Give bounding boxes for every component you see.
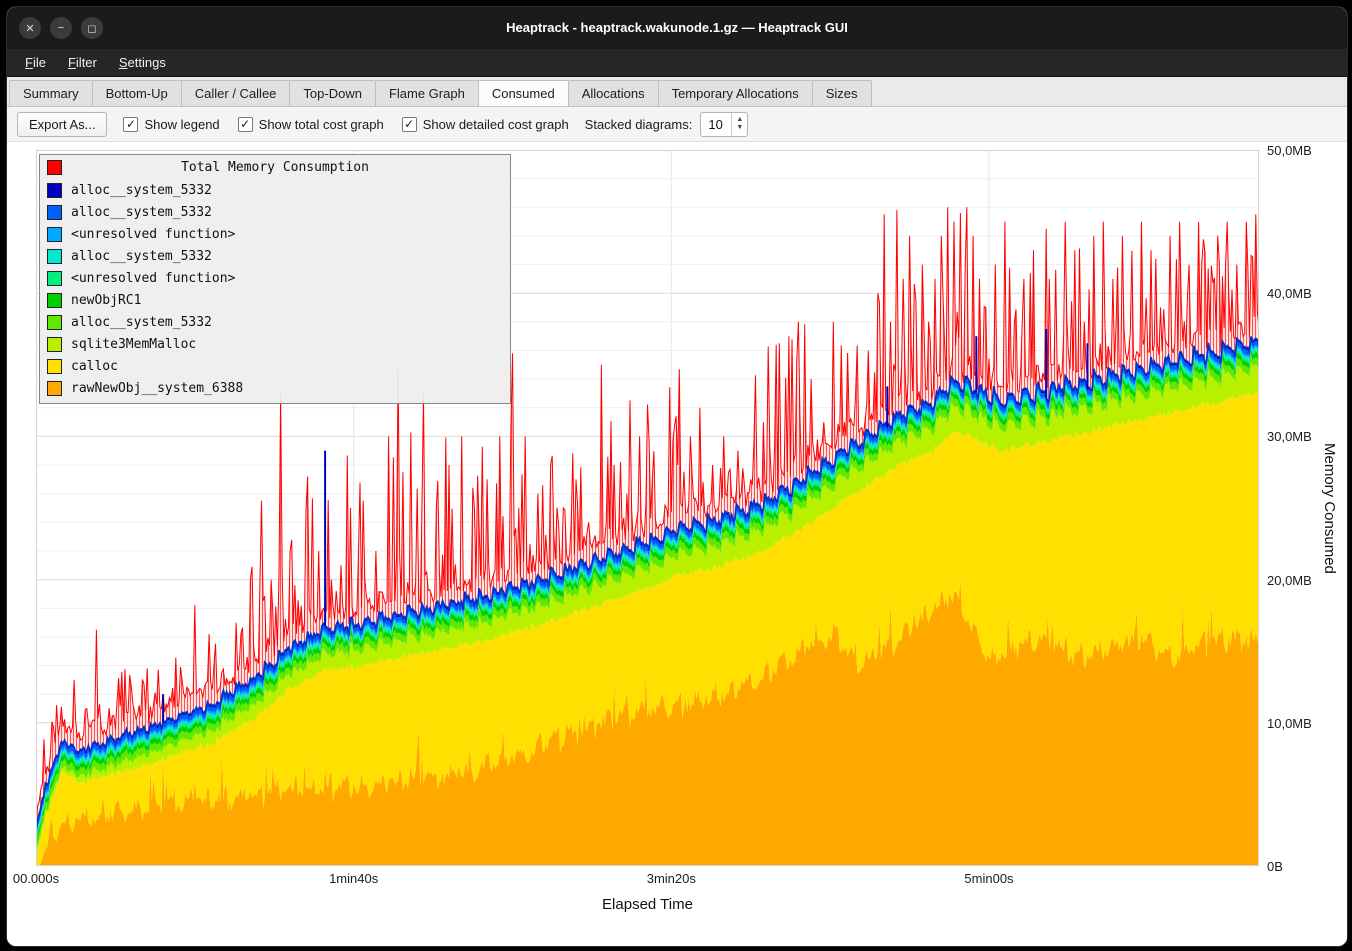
legend-item-label: <unresolved function> — [71, 271, 235, 286]
y-axis-label: 20,0MB — [1267, 573, 1312, 588]
tab-consumed[interactable]: Consumed — [478, 80, 569, 106]
legend-swatch — [47, 293, 62, 308]
spinbox-up-arrow[interactable]: ▲ — [732, 116, 747, 124]
stacked-diagrams-label: Stacked diagrams: — [585, 117, 693, 132]
menu-bar: FileFilterSettings — [7, 49, 1347, 77]
tab-flame-graph[interactable]: Flame Graph — [375, 80, 479, 106]
chart-legend: Total Memory Consumption alloc__system_53… — [39, 154, 511, 404]
heaptrack-window: ✕ − ◻ Heaptrack - heaptrack.wakunode.1.g… — [6, 6, 1348, 947]
screen-background: ✕ − ◻ Heaptrack - heaptrack.wakunode.1.g… — [0, 0, 1352, 951]
menu-file[interactable]: File — [15, 52, 56, 73]
legend-swatch — [47, 227, 62, 242]
legend-swatch — [47, 271, 62, 286]
legend-swatch-total — [47, 160, 62, 175]
x-axis-label: 1min40s — [309, 871, 399, 886]
y-axis-label: 50,0MB — [1267, 143, 1312, 158]
menu-filter[interactable]: Filter — [58, 52, 107, 73]
legend-swatch — [47, 359, 62, 374]
titlebar[interactable]: ✕ − ◻ Heaptrack - heaptrack.wakunode.1.g… — [7, 7, 1347, 49]
legend-swatch — [47, 205, 62, 220]
stacked-diagrams-spinbox[interactable]: 10 ▲ ▼ — [700, 112, 748, 137]
legend-item-label: rawNewObj__system_6388 — [71, 381, 243, 396]
y-axis-label: 0B — [1267, 859, 1283, 874]
legend-swatch — [47, 249, 62, 264]
checkbox-label: Show total cost graph — [259, 117, 384, 132]
checkbox-show-total-cost-graph[interactable]: ✓ Show total cost graph — [238, 117, 384, 132]
legend-item-label: newObjRC1 — [71, 293, 141, 308]
legend-item-label: sqlite3MemMalloc — [71, 337, 196, 352]
tab-temporary-allocations[interactable]: Temporary Allocations — [658, 80, 813, 106]
checkbox-label: Show detailed cost graph — [423, 117, 569, 132]
maximize-button[interactable]: ◻ — [81, 17, 103, 39]
x-axis-title: Elapsed Time — [36, 896, 1259, 913]
x-axis-label: 5min00s — [944, 871, 1034, 886]
x-axis-label: 00.000s — [6, 871, 81, 886]
legend-swatch — [47, 315, 62, 330]
legend-title-label: Total Memory Consumption — [181, 160, 369, 175]
tab-bar: SummaryBottom-UpCaller / CalleeTop-DownF… — [7, 77, 1347, 107]
legend-item: rawNewObj__system_6388 — [40, 377, 510, 399]
checkbox-show-legend[interactable]: ✓ Show legend — [123, 117, 219, 132]
tab-summary[interactable]: Summary — [9, 80, 93, 106]
checkbox-box: ✓ — [123, 117, 138, 132]
tab-top-down[interactable]: Top-Down — [289, 80, 376, 106]
tab-sizes[interactable]: Sizes — [812, 80, 872, 106]
export-as-button[interactable]: Export As... — [17, 112, 107, 137]
legend-item: alloc__system_5332 — [40, 245, 510, 267]
tab-bottom-up[interactable]: Bottom-Up — [92, 80, 182, 106]
menu-settings[interactable]: Settings — [109, 52, 176, 73]
window-title: Heaptrack - heaptrack.wakunode.1.gz — He… — [7, 7, 1347, 49]
toolbar: Export As... ✓ Show legend ✓ Show total cos… — [7, 107, 1347, 142]
tab-caller-callee[interactable]: Caller / Callee — [181, 80, 291, 106]
legend-item: alloc__system_5332 — [40, 201, 510, 223]
legend-item-label: <unresolved function> — [71, 227, 235, 242]
y-axis-title: Memory Consumed — [1321, 150, 1338, 866]
legend-item: sqlite3MemMalloc — [40, 333, 510, 355]
chart-area: Total Memory Consumption alloc__system_53… — [7, 142, 1347, 946]
legend-item: alloc__system_5332 — [40, 179, 510, 201]
legend-item-label: alloc__system_5332 — [71, 205, 212, 220]
spinbox-value: 10 — [701, 117, 731, 132]
checkbox-box: ✓ — [238, 117, 253, 132]
toolbar-checkboxes: ✓ Show legend ✓ Show total cost graph ✓ Show … — [123, 117, 568, 132]
legend-item-label: calloc — [71, 359, 118, 374]
legend-item-label: alloc__system_5332 — [71, 183, 212, 198]
y-axis-label: 40,0MB — [1267, 286, 1312, 301]
legend-item: newObjRC1 — [40, 289, 510, 311]
checkbox-show-detailed-cost-graph[interactable]: ✓ Show detailed cost graph — [402, 117, 569, 132]
legend-item: calloc — [40, 355, 510, 377]
legend-swatch — [47, 337, 62, 352]
legend-item: <unresolved function> — [40, 223, 510, 245]
close-button[interactable]: ✕ — [19, 17, 41, 39]
checkbox-label: Show legend — [144, 117, 219, 132]
legend-swatch — [47, 183, 62, 198]
legend-item: alloc__system_5332 — [40, 311, 510, 333]
tab-allocations[interactable]: Allocations — [568, 80, 659, 106]
checkbox-box: ✓ — [402, 117, 417, 132]
window-controls: ✕ − ◻ — [19, 17, 103, 39]
legend-item-label: alloc__system_5332 — [71, 315, 212, 330]
y-axis-label: 10,0MB — [1267, 716, 1312, 731]
spinbox-arrows: ▲ ▼ — [731, 113, 747, 136]
minimize-button[interactable]: − — [50, 17, 72, 39]
legend-item: <unresolved function> — [40, 267, 510, 289]
spinbox-down-arrow[interactable]: ▼ — [732, 124, 747, 132]
x-axis-label: 3min20s — [626, 871, 716, 886]
legend-swatch — [47, 381, 62, 396]
y-axis-label: 30,0MB — [1267, 429, 1312, 444]
legend-item-label: alloc__system_5332 — [71, 249, 212, 264]
legend-title-row: Total Memory Consumption — [40, 157, 510, 179]
